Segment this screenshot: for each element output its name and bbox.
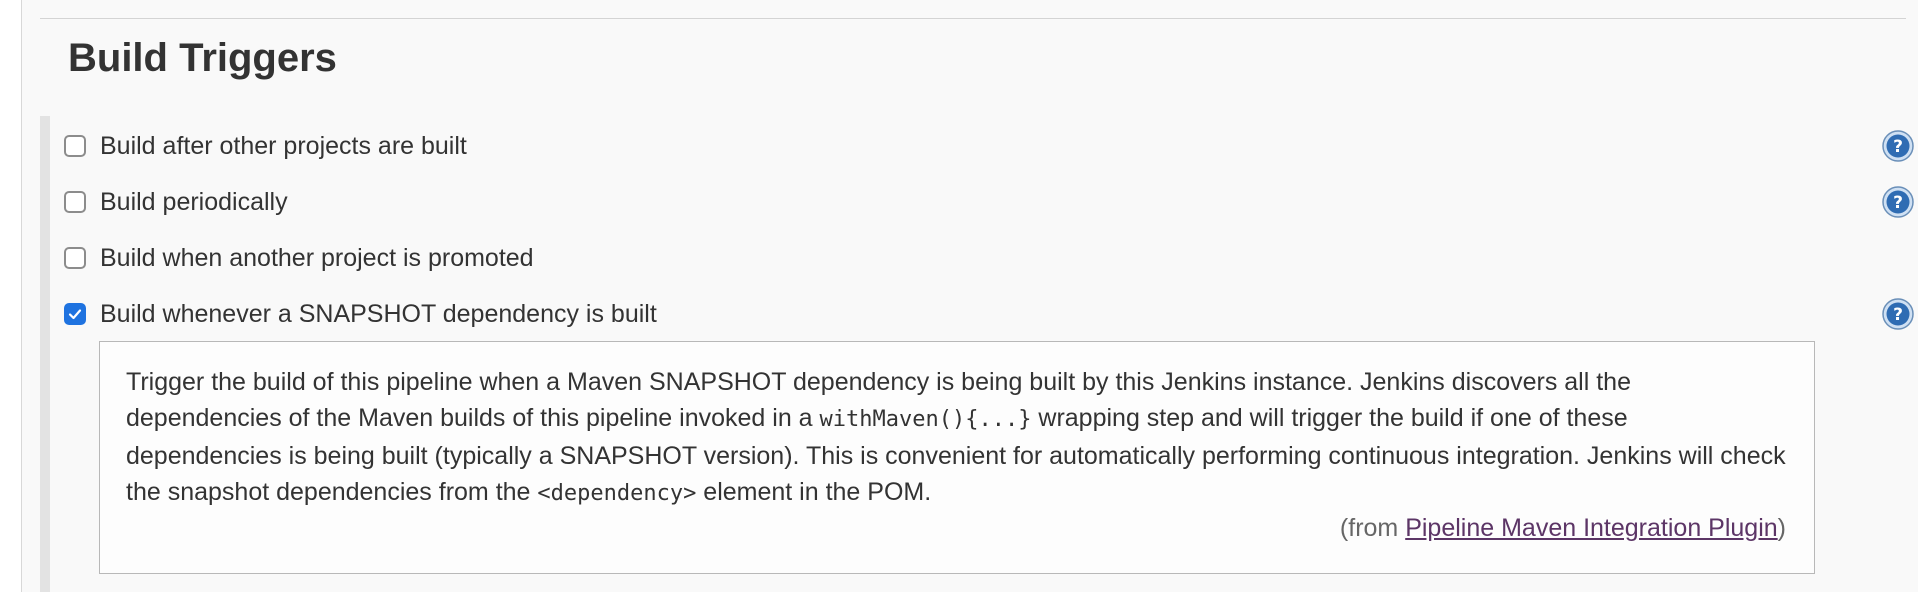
checkbox-after-other-projects[interactable] [64, 135, 86, 157]
help-icon[interactable]: ? [1882, 298, 1914, 330]
help-source: (from Pipeline Maven Integration Plugin) [1339, 514, 1786, 542]
section-indent-bar [40, 116, 50, 592]
trigger-label[interactable]: Build when another project is promoted [100, 244, 534, 273]
checkmark-icon [68, 309, 82, 320]
svg-text:?: ? [1893, 193, 1903, 213]
svg-text:?: ? [1893, 305, 1903, 325]
trigger-row-snapshot-dependency: Build whenever a SNAPSHOT dependency is … [64, 294, 1914, 334]
svg-text:?: ? [1893, 137, 1903, 157]
trigger-label[interactable]: Build whenever a SNAPSHOT dependency is … [100, 300, 657, 329]
code-dependency: <dependency> [537, 481, 697, 506]
checkbox-periodically[interactable] [64, 191, 86, 213]
plugin-link[interactable]: Pipeline Maven Integration Plugin [1405, 514, 1777, 542]
section-divider [40, 18, 1906, 19]
code-with-maven: withMaven(){...} [819, 407, 1032, 432]
config-page: Build Triggers Build after other project… [21, 0, 1918, 592]
trigger-row-periodically: Build periodically ? [64, 182, 1914, 222]
help-text: Trigger the build of this pipeline when … [126, 368, 1786, 506]
trigger-label[interactable]: Build after other projects are built [100, 132, 467, 161]
checkbox-project-promoted[interactable] [64, 247, 86, 269]
checkbox-snapshot-dependency[interactable] [64, 303, 86, 325]
trigger-label[interactable]: Build periodically [100, 188, 288, 217]
trigger-row-project-promoted: Build when another project is promoted [64, 238, 1914, 278]
help-icon[interactable]: ? [1882, 130, 1914, 162]
trigger-row-after-other-projects: Build after other projects are built ? [64, 126, 1914, 166]
help-icon[interactable]: ? [1882, 186, 1914, 218]
section-title: Build Triggers [68, 36, 337, 80]
help-panel-snapshot-dependency: Trigger the build of this pipeline when … [99, 341, 1815, 574]
